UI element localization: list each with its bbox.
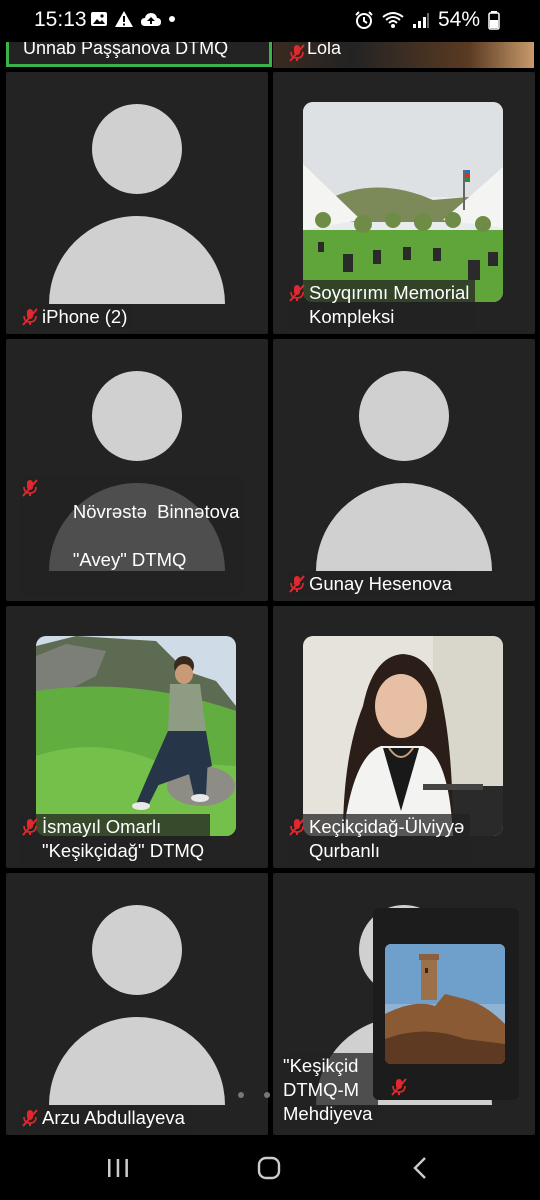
- self-view-photo: [385, 944, 505, 1064]
- page-dot: [264, 1092, 270, 1098]
- participant-tile[interactable]: Soyqırımı Memorial Kompleksi: [273, 72, 535, 334]
- mic-muted-icon: [289, 44, 305, 62]
- participant-name: İsmayıl Omarlı "Keşikçidağ" DTMQ: [42, 816, 205, 861]
- avatar: [92, 104, 182, 194]
- battery-percent: 54%: [437, 8, 480, 31]
- participant-name: Ünnab Paşşanova DTMQ: [23, 42, 229, 58]
- home-icon: [257, 1156, 281, 1180]
- signal-icon: [412, 13, 429, 28]
- battery-icon: [488, 11, 500, 30]
- system-navigation-bar: [0, 1136, 540, 1200]
- participant-tile[interactable]: iPhone (2): [6, 72, 268, 334]
- recents-button[interactable]: [98, 1150, 138, 1186]
- cloud-upload-icon: [141, 13, 161, 26]
- status-bar: 15:13 54%: [0, 0, 540, 42]
- avatar-body: [49, 216, 225, 304]
- self-view-video[interactable]: [373, 908, 519, 1100]
- alert-icon: [115, 11, 133, 27]
- mic-muted-icon: [289, 575, 305, 593]
- mic-muted-icon: [289, 284, 305, 302]
- participant-tile-top-right[interactable]: Lola: [273, 42, 534, 68]
- avatar-body: [316, 483, 492, 571]
- avatar: [359, 371, 449, 461]
- avatar: [92, 905, 182, 995]
- participant-tile[interactable]: Gunay Hesenova: [273, 339, 535, 601]
- dot-icon: [169, 16, 175, 22]
- participant-tile[interactable]: Növrəstə Binnətova "Avey" DTMQ: [6, 339, 268, 601]
- page-indicator: [238, 1092, 270, 1098]
- participant-tile[interactable]: Arzu Abdullayeva: [6, 873, 268, 1135]
- mic-muted-icon: [289, 818, 305, 836]
- mic-muted-icon: [22, 479, 38, 497]
- alarm-icon: [355, 11, 373, 29]
- profile-photo-memorial: [303, 102, 503, 302]
- page-dot: [238, 1092, 244, 1098]
- participant-name: iPhone (2): [42, 306, 128, 327]
- participant-name: Növrəstə Binnətova "Avey" DTMQ: [72, 501, 240, 570]
- participant-tile[interactable]: İsmayıl Omarlı "Keşikçidağ" DTMQ: [6, 606, 268, 868]
- participant-name: "Keşikçid DTMQ-M Mehdiyeva: [283, 1055, 373, 1124]
- participant-name: Gunay Hesenova: [309, 573, 452, 594]
- profile-photo-hill-man: [36, 636, 236, 836]
- wifi-icon: [382, 12, 404, 28]
- avatar-body: [49, 1017, 225, 1105]
- participant-name: Lola: [307, 42, 342, 58]
- profile-photo-woman-portrait: [303, 636, 503, 836]
- participant-tile[interactable]: Keçikçidağ-Ülviyyə Qurbanlı: [273, 606, 535, 868]
- status-time: 15:13: [34, 8, 87, 31]
- back-button[interactable]: [400, 1150, 440, 1186]
- mic-muted-icon: [22, 818, 38, 836]
- participant-name: Soyqırımı Memorial Kompleksi: [309, 282, 470, 327]
- home-button[interactable]: [249, 1150, 289, 1186]
- participant-name: Arzu Abdullayeva: [42, 1107, 185, 1128]
- recents-icon: [108, 1159, 128, 1177]
- mic-muted-icon: [22, 1109, 38, 1127]
- back-icon: [413, 1157, 426, 1179]
- mic-muted-icon: [22, 308, 38, 326]
- avatar: [92, 371, 182, 461]
- gallery-icon: [91, 12, 107, 26]
- participant-tile-top-left[interactable]: Ünnab Paşşanova DTMQ: [6, 42, 272, 67]
- participant-name: Keçikçidağ-Ülviyyə Qurbanlı: [309, 816, 465, 861]
- mic-muted-icon: [391, 1078, 407, 1096]
